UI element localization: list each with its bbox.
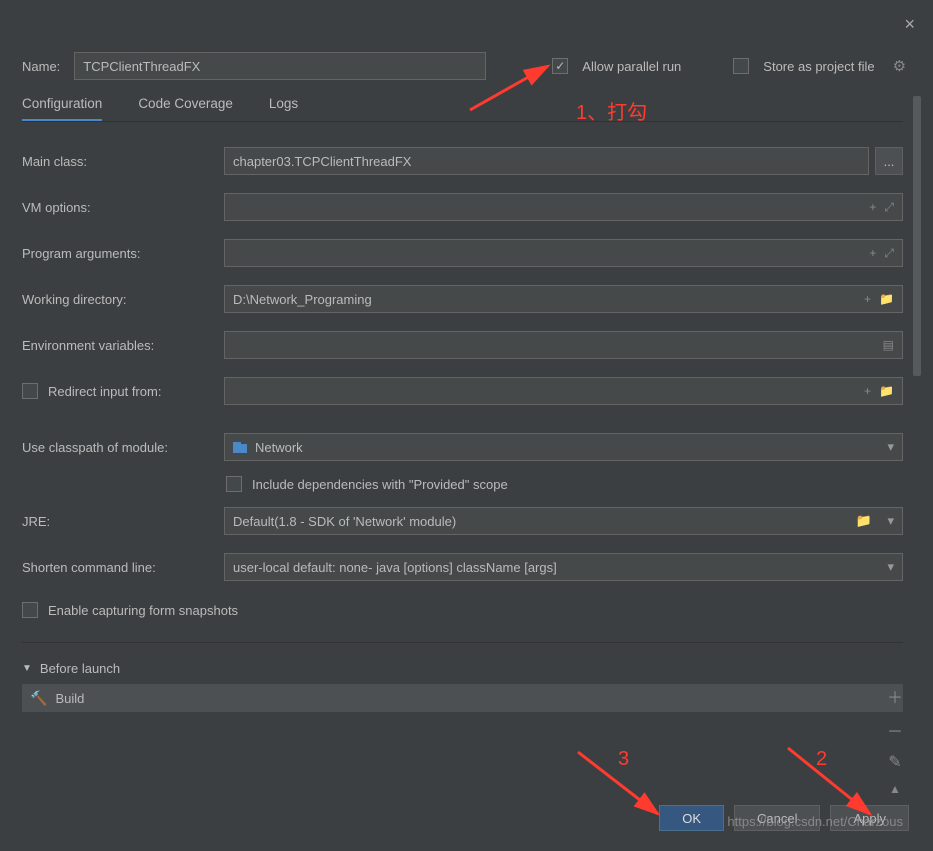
- chevron-down-icon: ▼: [22, 663, 32, 674]
- folder-icon[interactable]: 📁: [879, 384, 894, 398]
- include-deps-label: Include dependencies with "Provided" sco…: [252, 477, 508, 492]
- edit-icon[interactable]: ✎: [888, 752, 901, 772]
- hammer-icon: 🔨: [30, 690, 47, 707]
- annotation-2-text: 2: [816, 748, 827, 771]
- plus-icon[interactable]: +: [869, 200, 876, 215]
- jre-hint: (1.8 - SDK of 'Network' module): [274, 514, 456, 529]
- close-icon[interactable]: ×: [904, 14, 915, 35]
- name-label: Name:: [22, 59, 60, 74]
- include-deps-checkbox[interactable]: [226, 476, 242, 492]
- redirect-field[interactable]: +📁: [224, 377, 903, 405]
- expand-icon[interactable]: ⤢: [884, 200, 894, 215]
- jre-select[interactable]: Default (1.8 - SDK of 'Network' module) …: [224, 507, 903, 535]
- shorten-select[interactable]: user-local default: none - java [options…: [224, 553, 903, 581]
- annotation-3-text: 3: [618, 748, 629, 771]
- allow-parallel-label: Allow parallel run: [582, 59, 681, 74]
- list-icon[interactable]: ▤: [883, 338, 894, 352]
- module-icon: [233, 442, 247, 453]
- ok-button[interactable]: OK: [659, 805, 724, 831]
- main-class-label: Main class:: [22, 154, 224, 169]
- name-field[interactable]: [74, 52, 486, 80]
- add-icon[interactable]: ＋: [887, 684, 903, 708]
- divider: [22, 642, 903, 643]
- vm-options-label: VM options:: [22, 200, 224, 215]
- plus-icon[interactable]: +: [869, 246, 876, 261]
- env-vars-field[interactable]: ▤: [224, 331, 903, 359]
- folder-icon[interactable]: 📁: [856, 513, 872, 529]
- build-label: Build: [55, 691, 84, 706]
- allow-parallel-checkbox[interactable]: ✓: [552, 58, 568, 74]
- jre-label: JRE:: [22, 514, 224, 529]
- program-args-field[interactable]: +⤢: [224, 239, 903, 267]
- main-class-browse-button[interactable]: ...: [875, 147, 903, 175]
- redirect-label: Redirect input from:: [48, 384, 161, 399]
- plus-icon[interactable]: +: [864, 292, 871, 306]
- working-dir-field[interactable]: D:\Network_Programing + 📁: [224, 285, 903, 313]
- classpath-select[interactable]: Network: [224, 433, 903, 461]
- enable-capture-label: Enable capturing form snapshots: [48, 603, 238, 618]
- tab-configuration[interactable]: Configuration: [22, 96, 102, 122]
- classpath-value: Network: [255, 440, 303, 455]
- vm-options-field[interactable]: +⤢: [224, 193, 903, 221]
- plus-icon[interactable]: +: [864, 384, 871, 398]
- folder-icon[interactable]: 📁: [879, 292, 894, 306]
- jre-value: Default: [233, 514, 274, 529]
- classpath-label: Use classpath of module:: [22, 440, 224, 455]
- shorten-hint: - java [options] className [args]: [368, 560, 557, 575]
- tab-code-coverage[interactable]: Code Coverage: [138, 96, 233, 122]
- scrollbar-thumb[interactable]: [913, 96, 921, 376]
- env-vars-label: Environment variables:: [22, 338, 224, 353]
- remove-icon[interactable]: －: [887, 718, 903, 742]
- working-dir-label: Working directory:: [22, 292, 224, 307]
- store-project-label: Store as project file: [763, 59, 874, 74]
- before-launch-toggle[interactable]: ▼ Before launch: [22, 661, 903, 676]
- up-icon[interactable]: ▲: [889, 782, 901, 796]
- gear-icon[interactable]: ⚙: [893, 57, 906, 75]
- enable-capture-checkbox[interactable]: [22, 602, 38, 618]
- main-class-field[interactable]: chapter03.TCPClientThreadFX: [224, 147, 869, 175]
- redirect-checkbox[interactable]: [22, 383, 38, 399]
- store-project-checkbox[interactable]: [733, 58, 749, 74]
- tab-underline: [22, 121, 903, 122]
- annotation-1-text: 1、打勾: [576, 96, 647, 125]
- build-task-row[interactable]: 🔨 Build: [22, 684, 903, 712]
- expand-icon[interactable]: ⤢: [884, 246, 894, 261]
- working-dir-value: D:\Network_Programing: [233, 292, 372, 307]
- scrollbar[interactable]: [913, 96, 921, 791]
- before-launch-label: Before launch: [40, 661, 120, 676]
- program-args-label: Program arguments:: [22, 246, 224, 261]
- watermark: https://blog.csdn.net/Charzous: [727, 814, 903, 829]
- shorten-value: user-local default: none: [233, 560, 368, 575]
- tab-logs[interactable]: Logs: [269, 96, 298, 122]
- main-class-value: chapter03.TCPClientThreadFX: [233, 154, 411, 169]
- shorten-label: Shorten command line:: [22, 560, 224, 575]
